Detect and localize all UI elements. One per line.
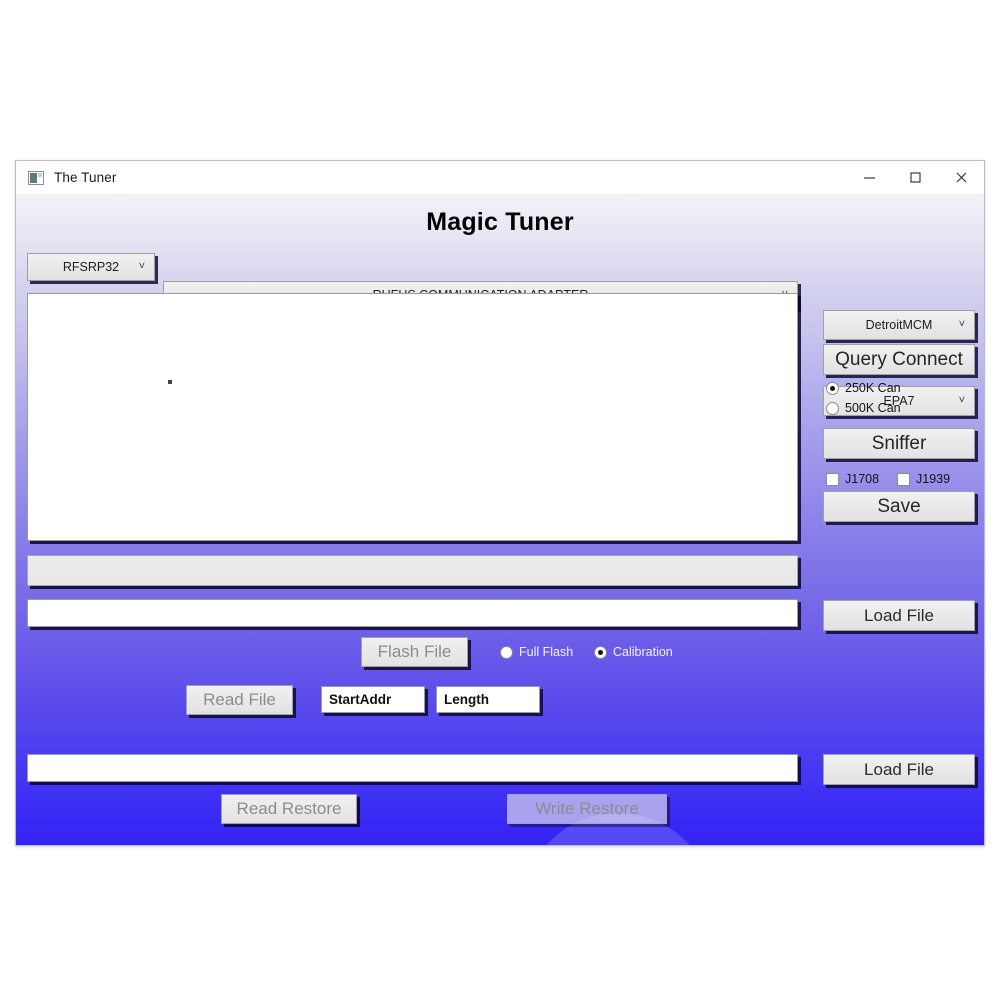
radio-full-flash[interactable]: Full Flash: [500, 645, 573, 659]
radio-full-flash-label: Full Flash: [519, 645, 574, 659]
start-addr-input[interactable]: StartAddr: [321, 686, 425, 713]
device-select-value: RFSRP32: [62, 260, 120, 274]
log-listbox[interactable]: [27, 293, 798, 541]
ecu-select[interactable]: DetroitMCM ˅: [823, 310, 975, 340]
radio-calibration[interactable]: Calibration: [594, 645, 673, 659]
app-icon: [28, 170, 44, 185]
screenshot-canvas: The Tuner Magic Tuner RFSRP32 ˅ RUFUS CO…: [0, 0, 1000, 1000]
read-restore-button[interactable]: Read Restore: [221, 794, 357, 824]
read-file-button[interactable]: Read File: [186, 685, 293, 715]
checkbox-j1708-label: J1708: [845, 472, 880, 486]
checkbox-j1939-label: J1939: [916, 472, 951, 486]
query-connect-button[interactable]: Query Connect: [823, 344, 975, 375]
log-entry-marker: [168, 380, 172, 384]
length-input[interactable]: Length: [436, 686, 540, 713]
checkbox-indicator: [826, 472, 839, 486]
checkbox-j1939[interactable]: J1939: [897, 472, 950, 486]
minimize-icon[interactable]: [846, 161, 892, 194]
chevron-down-icon: ˅: [958, 394, 965, 407]
radio-indicator: [826, 381, 839, 395]
radio-indicator: [594, 645, 607, 659]
device-select[interactable]: RFSRP32 ˅: [27, 253, 155, 281]
radio-250k-can[interactable]: 250K Can: [826, 381, 901, 395]
window-controls: [846, 161, 984, 194]
application-window: The Tuner Magic Tuner RFSRP32 ˅ RUFUS CO…: [15, 160, 985, 846]
ecu-select-value: DetroitMCM: [865, 318, 933, 332]
write-restore-button[interactable]: Write Restore: [507, 794, 667, 824]
checkbox-indicator: [897, 472, 910, 486]
window-title: The Tuner: [54, 170, 117, 185]
checkbox-j1708[interactable]: J1708: [826, 472, 879, 486]
restore-path-input[interactable]: [27, 754, 798, 782]
radio-indicator: [826, 401, 839, 415]
maximize-icon[interactable]: [892, 161, 938, 194]
load-file-lower-button[interactable]: Load File: [823, 754, 975, 785]
radio-250k-can-label: 250K Can: [845, 381, 901, 395]
file-path-input[interactable]: [27, 599, 798, 627]
save-button[interactable]: Save: [823, 491, 975, 522]
chevron-down-icon: ˅: [958, 318, 965, 331]
radio-500k-can[interactable]: 500K Can: [826, 401, 901, 415]
title-bar: The Tuner: [16, 161, 984, 194]
progress-bar: [27, 555, 798, 586]
flash-file-button[interactable]: Flash File: [361, 637, 468, 667]
close-icon[interactable]: [938, 161, 984, 194]
load-file-upper-button[interactable]: Load File: [823, 600, 975, 631]
page-title: Magic Tuner: [426, 208, 574, 236]
radio-500k-can-label: 500K Can: [845, 401, 901, 415]
chevron-down-icon: ˅: [138, 260, 145, 273]
radio-indicator: [500, 645, 513, 659]
sniffer-button[interactable]: Sniffer: [823, 428, 975, 459]
radio-calibration-label: Calibration: [613, 645, 673, 659]
